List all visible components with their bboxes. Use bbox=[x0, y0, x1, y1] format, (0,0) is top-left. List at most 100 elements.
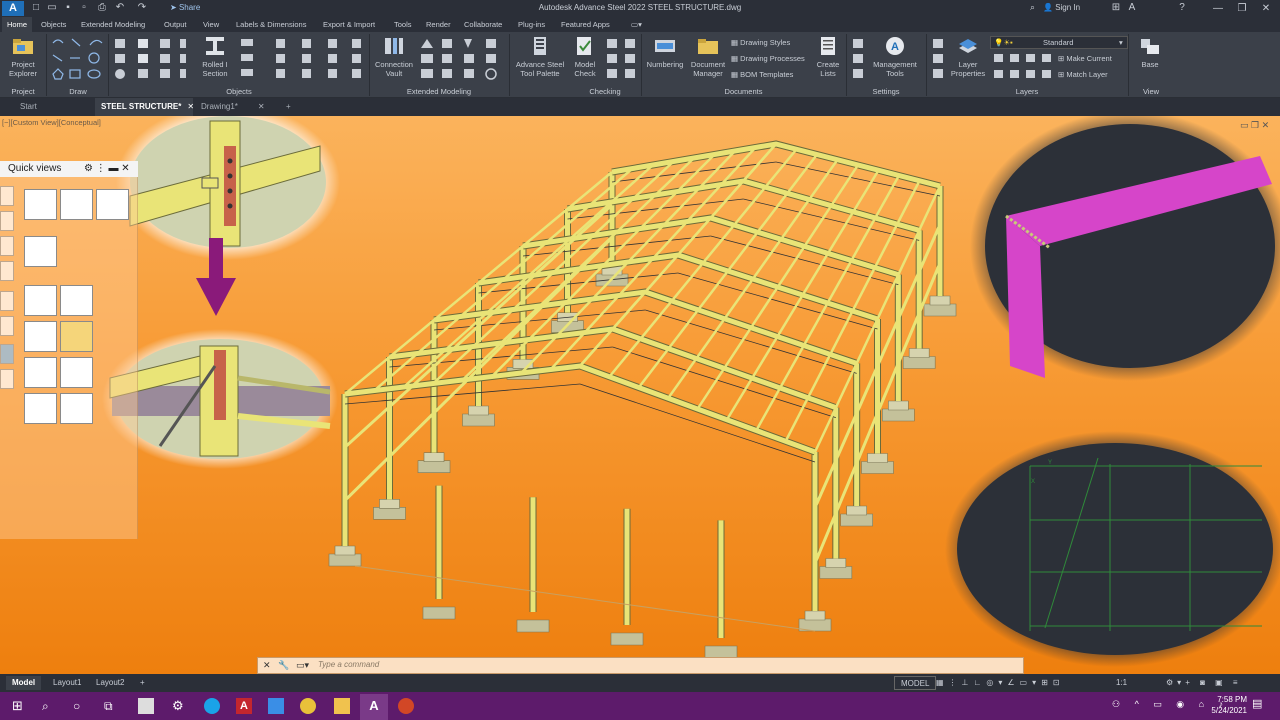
make-current-button[interactable]: ⊞ Make Current bbox=[1058, 54, 1112, 64]
checking-small-icons[interactable] bbox=[604, 36, 640, 82]
autodesk-a360-icon[interactable]: A bbox=[1126, 2, 1138, 14]
maximize-button[interactable]: ❐ bbox=[1230, 0, 1254, 17]
windows-start-icon[interactable]: ⊞ bbox=[12, 698, 28, 714]
search-icon[interactable]: ⌕ bbox=[42, 698, 58, 714]
objects-tools-icons[interactable] bbox=[238, 36, 368, 82]
save-as-icon[interactable]: ▫ bbox=[78, 2, 90, 14]
print-icon[interactable]: ⎙ bbox=[96, 2, 108, 14]
ribbon-minimize-icon[interactable]: ▭▾ bbox=[626, 17, 647, 32]
task-view-icon[interactable]: ⧉ bbox=[104, 698, 120, 714]
bom-templates-button[interactable]: ▦ BOM Templates bbox=[731, 70, 793, 80]
status-settings-icons[interactable]: ⚙▾+ ◙ ▣ ≡ bbox=[1160, 676, 1248, 690]
close-icon[interactable]: ✕ bbox=[263, 660, 271, 671]
new-icon[interactable]: □ bbox=[30, 2, 42, 14]
numbering-button[interactable]: Numbering bbox=[643, 36, 687, 69]
close-tab-icon[interactable]: ✕ bbox=[258, 102, 265, 111]
quick-view-sphere-button[interactable] bbox=[60, 285, 93, 316]
cortana-icon[interactable]: ○ bbox=[73, 698, 89, 714]
document-manager-button[interactable]: Document Manager bbox=[688, 36, 728, 78]
customize-icon[interactable]: 🔧 bbox=[278, 660, 289, 671]
tab-render[interactable]: Render bbox=[421, 17, 456, 32]
close-tab-icon[interactable]: ✕ bbox=[187, 102, 194, 111]
tab-model[interactable]: Model bbox=[6, 676, 42, 690]
tab-collaborate[interactable]: Collaborate bbox=[459, 17, 507, 32]
model-check-button[interactable]: Model Check bbox=[570, 36, 600, 78]
tab-labels-dimensions[interactable]: Labels & Dimensions bbox=[231, 17, 311, 32]
quick-view-weld-button[interactable] bbox=[24, 393, 57, 424]
match-layer-button[interactable]: ⊞ Match Layer bbox=[1058, 70, 1108, 80]
share-button[interactable]: ➤ Share bbox=[170, 2, 200, 14]
quick-view-frame-button[interactable] bbox=[24, 285, 57, 316]
app-menu-button[interactable]: A bbox=[2, 1, 24, 16]
powerpoint-icon[interactable] bbox=[398, 698, 414, 714]
panel-layers[interactable]: Layers bbox=[926, 86, 1128, 97]
settings-icon[interactable]: ⚙ bbox=[172, 698, 188, 714]
notifications-icon[interactable]: ▤ bbox=[1252, 697, 1262, 710]
store-icon[interactable] bbox=[138, 698, 154, 714]
tab-plug-ins[interactable]: Plug-ins bbox=[513, 17, 550, 32]
tab-featured-apps[interactable]: Featured Apps bbox=[556, 17, 615, 32]
open-icon[interactable]: ▭ bbox=[46, 2, 58, 14]
tab-steel-structure[interactable]: STEEL STRUCTURE* ✕ bbox=[95, 98, 194, 116]
layers-small-icons[interactable] bbox=[930, 36, 946, 82]
search-icon[interactable]: ⌕ bbox=[1030, 2, 1035, 13]
mail-icon[interactable] bbox=[268, 698, 284, 714]
settings-icon[interactable]: ⚙ ⋮ ▬ ✕ bbox=[84, 161, 130, 177]
help-icon[interactable]: ? bbox=[1176, 2, 1188, 14]
advance-steel-icon[interactable]: A bbox=[366, 698, 382, 714]
file-explorer-icon[interactable] bbox=[334, 698, 350, 714]
new-tab-icon[interactable]: + bbox=[280, 98, 297, 116]
layer-tools-icons[interactable] bbox=[992, 52, 1056, 82]
panel-draw[interactable]: Draw bbox=[48, 86, 108, 97]
quick-view-connection-button[interactable] bbox=[60, 189, 93, 220]
quick-view-box-button[interactable] bbox=[96, 189, 129, 220]
tab-tools[interactable]: Tools bbox=[389, 17, 417, 32]
tab-start[interactable]: Start bbox=[14, 98, 43, 116]
tab-objects[interactable]: Objects bbox=[36, 17, 71, 32]
tab-export-import[interactable]: Export & Import bbox=[318, 17, 380, 32]
redo-icon[interactable]: ↷ bbox=[136, 2, 148, 14]
panel-checking[interactable]: Checking bbox=[570, 86, 640, 97]
quick-view-corner-button[interactable] bbox=[60, 357, 93, 388]
connection-vault-button[interactable]: Connection Vault bbox=[372, 36, 416, 78]
status-drafting-icons[interactable]: ▦⋮⊥∟◎▾∠▭▾⊞⊡ bbox=[930, 676, 1071, 690]
tab-view[interactable]: View bbox=[198, 17, 224, 32]
status-scale[interactable]: 1:1 bbox=[1110, 676, 1133, 690]
sign-in-button[interactable]: 👤 Sign In bbox=[1043, 2, 1080, 14]
quick-view-beam-button[interactable] bbox=[24, 357, 57, 388]
model-viewport[interactable]: [−][Custom View][Conceptual] ▭ ❐ ✕ Y X Q… bbox=[0, 116, 1280, 674]
tab-layout1[interactable]: Layout1 bbox=[47, 676, 87, 690]
steel-structure-model[interactable]: Y X bbox=[0, 116, 1280, 674]
tab-extended-modeling[interactable]: Extended Modeling bbox=[76, 17, 150, 32]
settings-small-icons[interactable] bbox=[850, 36, 866, 82]
minimize-button[interactable]: — bbox=[1206, 0, 1230, 17]
quick-view-3d-box-button[interactable] bbox=[24, 236, 57, 267]
quick-view-angle-button[interactable] bbox=[60, 393, 93, 424]
project-explorer-button[interactable]: Project Explorer bbox=[4, 36, 42, 78]
taskbar-clock[interactable]: 7:58 PM 5/24/2021 bbox=[1195, 694, 1247, 716]
tab-home[interactable]: Home bbox=[2, 17, 33, 32]
objects-small-icons[interactable] bbox=[112, 36, 194, 82]
cart-icon[interactable]: ⊞ bbox=[1110, 2, 1122, 14]
drawing-styles-button[interactable]: ▦ Drawing Styles bbox=[731, 38, 790, 48]
quick-view-section-button[interactable] bbox=[24, 189, 57, 220]
chrome-icon[interactable] bbox=[300, 698, 316, 714]
save-icon[interactable]: ▪ bbox=[62, 2, 74, 14]
undo-icon[interactable]: ↶ bbox=[114, 2, 126, 14]
rolled-i-section-button[interactable]: Rolled I Section bbox=[196, 36, 234, 78]
drawing-processes-button[interactable]: ▦ Drawing Processes bbox=[731, 54, 805, 64]
tab-drawing1[interactable]: Drawing1* ✕ bbox=[195, 98, 275, 116]
management-tools-button[interactable]: A Management Tools bbox=[868, 36, 922, 78]
edge-icon[interactable] bbox=[204, 698, 220, 714]
quick-view-plate-button[interactable] bbox=[24, 321, 57, 352]
layer-properties-button[interactable]: Layer Properties bbox=[948, 36, 988, 78]
draw-tools-icons[interactable] bbox=[50, 36, 108, 82]
quick-view-bolt-button[interactable] bbox=[60, 321, 93, 352]
base-view-button[interactable]: Base bbox=[1134, 36, 1166, 69]
advance-steel-tool-palette-button[interactable]: Advance Steel Tool Palette bbox=[511, 36, 569, 78]
tab-layout2[interactable]: Layout2 bbox=[90, 676, 130, 690]
panel-objects[interactable]: Objects bbox=[110, 86, 368, 97]
layer-dropdown[interactable]: 💡☀▪ Standard ▾ bbox=[990, 36, 1128, 49]
tab-output[interactable]: Output bbox=[159, 17, 192, 32]
close-button[interactable]: ✕ bbox=[1254, 0, 1278, 17]
